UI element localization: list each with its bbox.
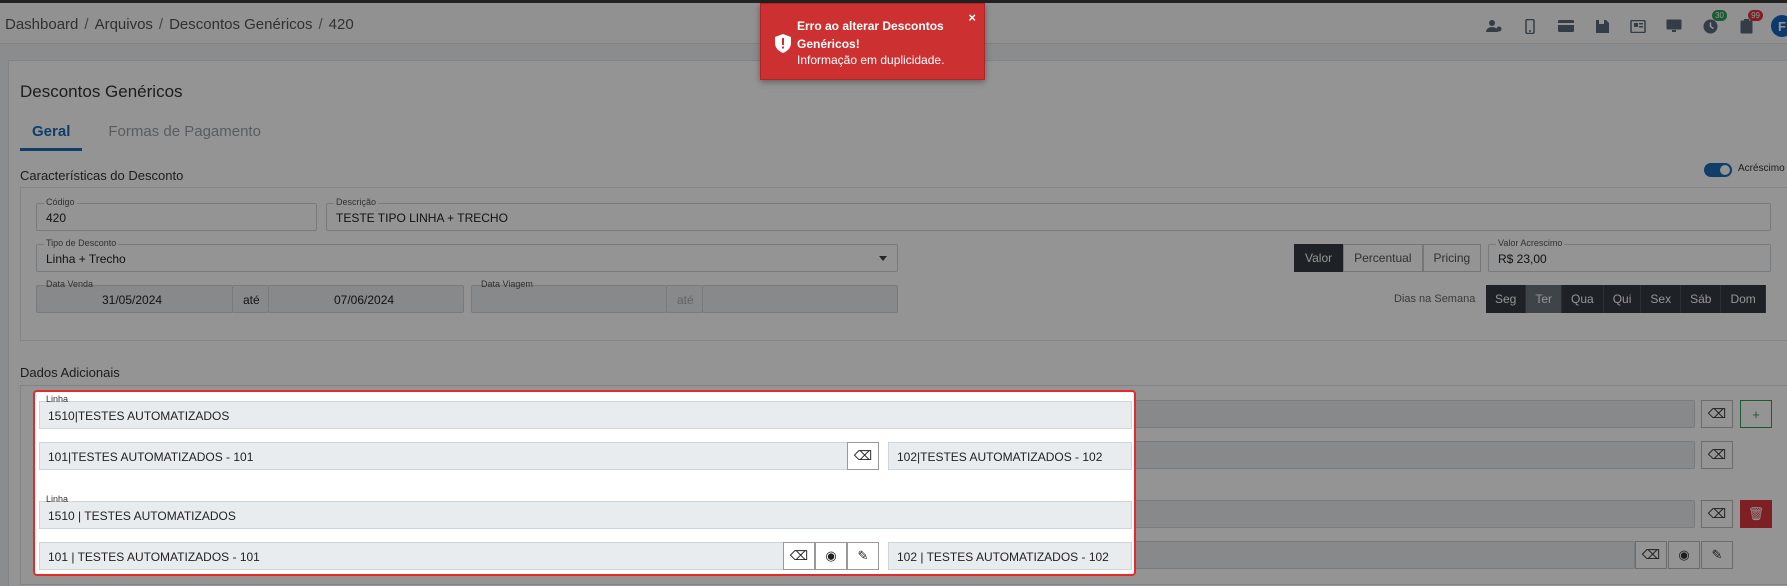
edit-icon[interactable]: ✎ xyxy=(847,542,879,570)
linha1-field[interactable]: Linha 1510|TESTES AUTOMATIZADOS xyxy=(39,394,1132,429)
toast-title: Erro ao alterar Descontos Genéricos! xyxy=(797,19,944,51)
trecho1-origem-value: 101|TESTES AUTOMATIZADOS - 101 xyxy=(48,450,254,464)
trecho2-origem-field[interactable]: 101 | TESTES AUTOMATIZADOS - 101 xyxy=(39,542,787,570)
linha1-label: Linha xyxy=(46,394,69,404)
shield-alert-icon xyxy=(773,32,793,54)
trecho2-destino-value: 102 | TESTES AUTOMATIZADOS - 102 xyxy=(897,550,1109,564)
eye-icon[interactable]: ◉ xyxy=(815,542,847,570)
eraser-icon[interactable]: ⌫ xyxy=(847,442,879,470)
trecho2-origem-value: 101 | TESTES AUTOMATIZADOS - 101 xyxy=(48,550,260,564)
trecho1-destino-field[interactable]: 102|TESTES AUTOMATIZADOS - 102 xyxy=(888,442,1132,470)
linha2-value: 1510 | TESTES AUTOMATIZADOS xyxy=(48,509,236,523)
trecho2-origem-actions: ⌫ ◉ ✎ xyxy=(783,542,879,570)
linha1-value: 1510|TESTES AUTOMATIZADOS xyxy=(48,409,230,423)
linha2-field[interactable]: Linha 1510 | TESTES AUTOMATIZADOS xyxy=(39,494,1132,529)
trecho1-destino-value: 102|TESTES AUTOMATIZADOS - 102 xyxy=(897,450,1103,464)
linha2-label: Linha xyxy=(46,494,69,504)
close-icon[interactable]: × xyxy=(968,10,976,25)
error-toast: Erro ao alterar Descontos Genéricos! Inf… xyxy=(760,3,985,80)
eraser-icon[interactable]: ⌫ xyxy=(783,542,815,570)
highlighted-region: Linha 1510|TESTES AUTOMATIZADOS 101|TEST… xyxy=(33,390,1136,576)
trecho2-destino-field[interactable]: 102 | TESTES AUTOMATIZADOS - 102 xyxy=(888,542,1132,570)
trecho1-origem-field[interactable]: 101|TESTES AUTOMATIZADOS - 101 xyxy=(39,442,849,470)
toast-message: Informação em duplicidade. xyxy=(797,53,945,67)
trecho1-origem-actions: ⌫ xyxy=(847,442,879,470)
